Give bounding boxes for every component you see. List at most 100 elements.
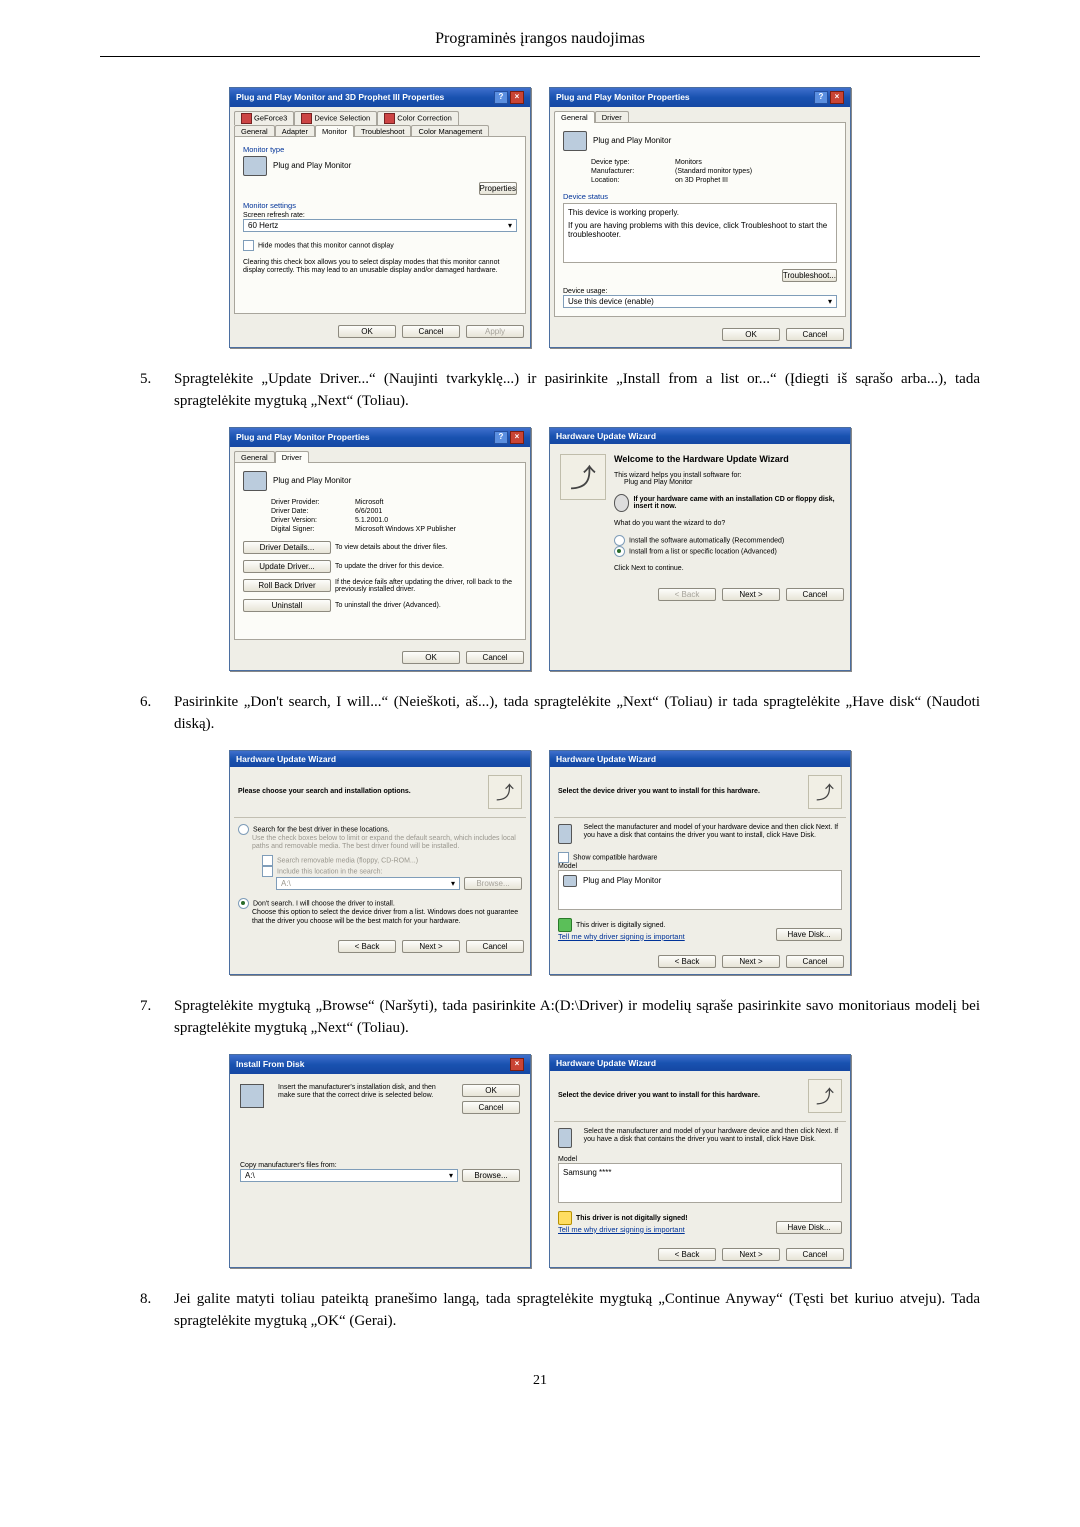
next-button[interactable]: Next > bbox=[722, 588, 780, 601]
help-icon[interactable]: ? bbox=[494, 91, 508, 104]
r-list[interactable] bbox=[614, 546, 625, 557]
tab-devsel[interactable]: Device Selection bbox=[294, 111, 377, 125]
heading: Select the device driver you want to ins… bbox=[558, 1092, 760, 1099]
ok-button[interactable]: OK bbox=[722, 328, 780, 341]
tab-monitor[interactable]: Monitor bbox=[315, 125, 354, 137]
cancel-button[interactable]: Cancel bbox=[466, 940, 524, 953]
ok-button[interactable]: OK bbox=[402, 651, 460, 664]
have-disk-button[interactable]: Have Disk... bbox=[776, 928, 842, 941]
loc-input: A:\▾ bbox=[276, 877, 460, 890]
lbl: Location: bbox=[591, 177, 671, 184]
back-button[interactable]: < Back bbox=[658, 955, 716, 968]
disk-icon bbox=[240, 1084, 264, 1108]
hide-desc: Clearing this check box allows you to se… bbox=[243, 259, 517, 276]
cancel-button[interactable]: Cancel bbox=[786, 1248, 844, 1261]
refresh-select[interactable]: 60 Hertz▾ bbox=[243, 219, 517, 232]
monitor-name: Plug and Play Monitor bbox=[273, 161, 351, 170]
ok-button[interactable]: OK bbox=[338, 325, 396, 338]
q: What do you want the wizard to do? bbox=[614, 520, 840, 527]
close-icon[interactable]: × bbox=[510, 91, 524, 104]
row-2: Plug and Play Monitor Properties ? × Gen… bbox=[100, 427, 980, 671]
val: 6/6/2001 bbox=[355, 508, 517, 515]
desc: If the device fails after updating the d… bbox=[335, 579, 517, 593]
help-icon[interactable]: ? bbox=[814, 91, 828, 104]
cancel-button[interactable]: Cancel bbox=[786, 328, 844, 341]
ok-button[interactable]: OK bbox=[462, 1084, 520, 1097]
back-button[interactable]: < Back bbox=[338, 940, 396, 953]
driver-details-button[interactable]: Driver Details... bbox=[243, 541, 331, 554]
cancel-button[interactable]: Cancel bbox=[466, 651, 524, 664]
list-item: Samsung **** bbox=[563, 1168, 611, 1177]
r-dont-search[interactable] bbox=[238, 898, 249, 909]
desc: To view details about the driver files. bbox=[335, 544, 517, 551]
model-list[interactable]: Plug and Play Monitor bbox=[558, 870, 842, 910]
close-icon[interactable]: × bbox=[830, 91, 844, 104]
heading: Please choose your search and installati… bbox=[238, 788, 411, 795]
lbl: Show compatible hardware bbox=[573, 854, 657, 861]
next-button[interactable]: Next > bbox=[722, 955, 780, 968]
path-input[interactable]: A:\▾ bbox=[240, 1169, 458, 1182]
next-button[interactable]: Next > bbox=[722, 1248, 780, 1261]
lbl: Driver Date: bbox=[271, 508, 351, 515]
dlg-wizard-select: Hardware Update Wizard Select the device… bbox=[549, 750, 851, 975]
step-text: Jei galite matyti toliau pateiktą praneš… bbox=[174, 1288, 980, 1333]
chk-compat[interactable] bbox=[558, 852, 569, 863]
troubleshoot-button[interactable]: Troubleshoot... bbox=[782, 269, 837, 282]
tab-geforce[interactable]: GeForce3 bbox=[234, 111, 294, 125]
tab-general[interactable]: General bbox=[554, 111, 595, 123]
r-search[interactable] bbox=[238, 824, 249, 835]
step-text: Pasirinkite „Don't search, I will...“ (N… bbox=[174, 691, 980, 736]
cancel-button[interactable]: Cancel bbox=[786, 588, 844, 601]
txt: Select the manufacturer and model of you… bbox=[584, 824, 842, 844]
apply-button[interactable]: Apply bbox=[466, 325, 524, 338]
step-7: 7. Spragtelėkite mygtuką „Browse“ (Naršy… bbox=[140, 995, 980, 1040]
desc: Choose this option to select the device … bbox=[238, 909, 522, 926]
properties-button[interactable]: Properties bbox=[479, 182, 517, 195]
sign-link[interactable]: Tell me why driver signing is important bbox=[558, 932, 685, 941]
txt: This wizard helps you install software f… bbox=[614, 472, 840, 479]
desc: To update the driver for this device. bbox=[335, 563, 517, 570]
val: Microsoft Windows XP Publisher bbox=[355, 526, 517, 533]
back-button[interactable]: < Back bbox=[658, 588, 716, 601]
step-num: 8. bbox=[140, 1288, 174, 1333]
cancel-button[interactable]: Cancel bbox=[786, 955, 844, 968]
monitor-icon bbox=[563, 875, 577, 887]
step-5: 5. Spragtelėkite „Update Driver...“ (Nau… bbox=[140, 368, 980, 413]
update-driver-button[interactable]: Update Driver... bbox=[243, 560, 331, 573]
step-text: Spragtelėkite mygtuką „Browse“ (Naršyti)… bbox=[174, 995, 980, 1040]
back-button[interactable]: < Back bbox=[658, 1248, 716, 1261]
dlg-driver-tab: Plug and Play Monitor Properties ? × Gen… bbox=[229, 427, 531, 671]
next-button[interactable]: Next > bbox=[402, 940, 460, 953]
rollback-button[interactable]: Roll Back Driver bbox=[243, 579, 331, 592]
cancel-button[interactable]: Cancel bbox=[402, 325, 460, 338]
hide-label: Hide modes that this monitor cannot disp… bbox=[258, 242, 394, 249]
title: Hardware Update Wizard bbox=[556, 1058, 656, 1068]
model-lbl: Model bbox=[558, 1156, 842, 1163]
close-icon[interactable]: × bbox=[510, 1058, 524, 1071]
row-4: Install From Disk × Insert the manufactu… bbox=[100, 1054, 980, 1268]
close-icon[interactable]: × bbox=[510, 431, 524, 444]
usage-select[interactable]: Use this device (enable)▾ bbox=[563, 295, 837, 308]
lbl: Digital Signer: bbox=[271, 526, 351, 533]
tab-colorc[interactable]: Color Correction bbox=[377, 111, 459, 125]
wizard-icon: ⤴ bbox=[808, 775, 842, 809]
help-icon[interactable]: ? bbox=[494, 431, 508, 444]
model-list[interactable]: Samsung **** bbox=[558, 1163, 842, 1203]
browse-button: Browse... bbox=[464, 877, 522, 890]
grp-title: Monitor settings bbox=[243, 201, 517, 210]
sign-link[interactable]: Tell me why driver signing is important bbox=[558, 1225, 688, 1234]
hide-modes-check[interactable] bbox=[243, 240, 254, 251]
r-auto[interactable] bbox=[614, 535, 625, 546]
uninstall-button[interactable]: Uninstall bbox=[243, 599, 331, 612]
shield-icon bbox=[558, 918, 572, 932]
desc: To uninstall the driver (Advanced). bbox=[335, 602, 517, 609]
monitor-name: Plug and Play Monitor bbox=[593, 136, 671, 145]
browse-button[interactable]: Browse... bbox=[462, 1169, 520, 1182]
lbl: Device type: bbox=[591, 159, 671, 166]
hr bbox=[100, 56, 980, 57]
tab-driver[interactable]: Driver bbox=[275, 451, 309, 463]
cancel-button[interactable]: Cancel bbox=[462, 1101, 520, 1114]
have-disk-button[interactable]: Have Disk... bbox=[776, 1221, 842, 1234]
page-num: 21 bbox=[100, 1373, 980, 1389]
click: Click Next to continue. bbox=[614, 565, 840, 572]
